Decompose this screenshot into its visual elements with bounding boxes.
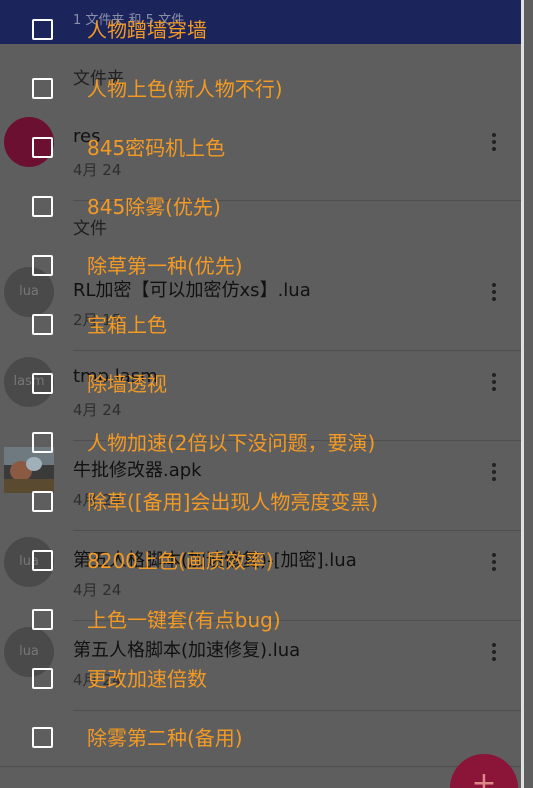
more-options-icon[interactable] bbox=[487, 281, 501, 303]
checklist-item[interactable]: 人物蹭墙穿墙 bbox=[0, 15, 521, 45]
checklist-item[interactable]: 人物上色(新人物不行) bbox=[0, 74, 521, 104]
checkbox[interactable] bbox=[32, 78, 53, 99]
checklist-item[interactable]: 更改加速倍数 bbox=[0, 664, 521, 694]
checklist-item[interactable]: 除草第一种(优先) bbox=[0, 251, 521, 281]
divider bbox=[73, 530, 521, 531]
checkbox[interactable] bbox=[32, 19, 53, 40]
checklist-item[interactable]: 上色一键套(有点bug) bbox=[0, 605, 521, 635]
checklist-label[interactable]: 宝箱上色 bbox=[87, 310, 167, 340]
checklist-item[interactable]: 845密码机上色 bbox=[0, 133, 521, 163]
checklist-label[interactable]: 除雾第二种(备用) bbox=[87, 723, 243, 753]
checklist-label[interactable]: 除草([备用]会出现人物亮度变黑) bbox=[87, 487, 378, 517]
checklist-item[interactable]: 845除雾(优先) bbox=[0, 192, 521, 222]
checkbox[interactable] bbox=[32, 668, 53, 689]
checklist-item[interactable]: 8200上色(画质效率) bbox=[0, 546, 521, 576]
checkbox[interactable] bbox=[32, 432, 53, 453]
divider bbox=[0, 766, 521, 767]
checklist-label[interactable]: 人物加速(2倍以下没问题，要演) bbox=[87, 428, 375, 458]
checklist-label[interactable]: 845密码机上色 bbox=[87, 133, 225, 163]
file-name: 牛批修改器.apk bbox=[73, 460, 202, 481]
checklist-label[interactable]: 更改加速倍数 bbox=[87, 664, 207, 694]
checklist-label[interactable]: 人物上色(新人物不行) bbox=[87, 74, 283, 104]
checkbox[interactable] bbox=[32, 609, 53, 630]
checklist-label[interactable]: 除墙透视 bbox=[87, 369, 167, 399]
checklist-label[interactable]: 除草第一种(优先) bbox=[87, 251, 243, 281]
checkbox[interactable] bbox=[32, 373, 53, 394]
file-date: 4月 24 bbox=[73, 401, 122, 419]
checkbox[interactable] bbox=[32, 314, 53, 335]
divider bbox=[73, 350, 521, 351]
checklist-label[interactable]: 人物蹭墙穿墙 bbox=[87, 15, 207, 45]
checkbox[interactable] bbox=[32, 196, 53, 217]
checklist-label[interactable]: 8200上色(画质效率) bbox=[87, 546, 274, 576]
checkbox[interactable] bbox=[32, 491, 53, 512]
file-date: 4月 24 bbox=[73, 581, 122, 599]
more-options-icon[interactable] bbox=[487, 641, 501, 663]
checklist-item[interactable]: 人物加速(2倍以下没问题，要演) bbox=[0, 428, 521, 458]
checklist-item[interactable]: 除墙透视 bbox=[0, 369, 521, 399]
checklist-item[interactable]: 宝箱上色 bbox=[0, 310, 521, 340]
checkbox[interactable] bbox=[32, 550, 53, 571]
file-name: 第五人格脚本(加速修复).lua bbox=[73, 640, 301, 661]
checklist-label[interactable]: 上色一键套(有点bug) bbox=[87, 605, 281, 635]
divider bbox=[73, 710, 521, 711]
checkbox[interactable] bbox=[32, 137, 53, 158]
checkbox[interactable] bbox=[32, 727, 53, 748]
checkbox[interactable] bbox=[32, 255, 53, 276]
add-button[interactable]: + bbox=[450, 754, 518, 788]
more-options-icon[interactable] bbox=[487, 461, 501, 483]
checklist-item[interactable]: 除雾第二种(备用) bbox=[0, 723, 521, 753]
checklist-item[interactable]: 除草([备用]会出现人物亮度变黑) bbox=[0, 487, 521, 517]
checklist-label[interactable]: 845除雾(优先) bbox=[87, 192, 221, 222]
scrollbar[interactable] bbox=[521, 0, 533, 788]
